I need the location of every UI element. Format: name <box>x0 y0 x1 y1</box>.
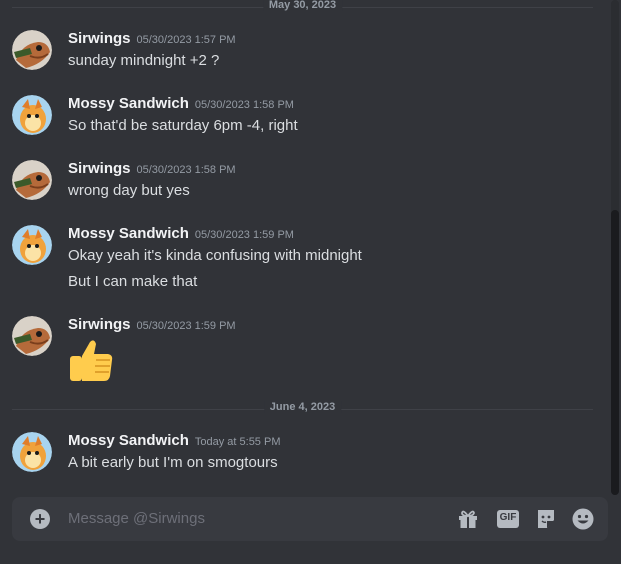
date-divider: May 30, 2023 <box>12 0 593 11</box>
message-text: So that'd be saturday 6pm -4, right <box>68 117 298 134</box>
plus-circle-icon[interactable]: + <box>30 509 50 529</box>
message-header: Sirwings 05/30/2023 1:57 PM <box>68 30 236 48</box>
date-divider-label: May 30, 2023 <box>262 0 343 11</box>
message-text: sunday mindnight +2 ? <box>68 52 220 69</box>
gif-label: GIF <box>499 512 517 523</box>
avatar-mossy-sandwich[interactable] <box>12 95 52 135</box>
scrollbar-thumb[interactable] <box>611 210 619 495</box>
message-header: Mossy Sandwich Today at 5:55 PM <box>68 432 280 450</box>
avatar-sirwings[interactable] <box>12 316 52 356</box>
timestamp: 05/30/2023 1:59 PM <box>136 320 236 332</box>
message-header: Sirwings 05/30/2023 1:59 PM <box>68 316 236 334</box>
avatar-mossy-sandwich[interactable] <box>12 432 52 472</box>
gif-icon[interactable]: GIF <box>496 507 520 531</box>
timestamp: 05/30/2023 1:58 PM <box>194 99 294 111</box>
timestamp: 05/30/2023 1:57 PM <box>136 34 236 46</box>
message-composer: + Message @Sirwings GIF <box>12 497 608 541</box>
gift-icon[interactable] <box>456 507 480 531</box>
message-header: Mossy Sandwich 05/30/2023 1:59 PM <box>68 225 294 243</box>
author-name[interactable]: Sirwings <box>68 30 131 47</box>
author-name[interactable]: Mossy Sandwich <box>68 95 189 112</box>
message-text: Okay yeah it's kinda confusing with midn… <box>68 247 362 264</box>
author-name[interactable]: Sirwings <box>68 160 131 177</box>
avatar-mossy-sandwich[interactable] <box>12 225 52 265</box>
date-divider: June 4, 2023 <box>12 401 593 413</box>
message-header: Sirwings 05/30/2023 1:58 PM <box>68 160 236 178</box>
message-text: wrong day but yes <box>68 182 190 199</box>
message-text: But I can make that <box>68 273 198 290</box>
author-name[interactable]: Sirwings <box>68 316 131 333</box>
timestamp: 05/30/2023 1:58 PM <box>136 164 236 176</box>
message-list[interactable]: May 30, 2023 Sirwings 05/30/2023 1:57 PM … <box>0 0 605 495</box>
avatar-sirwings[interactable] <box>12 30 52 70</box>
date-divider-label: June 4, 2023 <box>263 401 342 413</box>
avatar-sirwings[interactable] <box>12 160 52 200</box>
scrollbar[interactable] <box>611 0 619 495</box>
thumbs-up-icon[interactable] <box>68 336 116 389</box>
message-input[interactable]: Message @Sirwings <box>68 510 205 527</box>
author-name[interactable]: Mossy Sandwich <box>68 225 189 242</box>
sticker-icon[interactable] <box>534 507 558 531</box>
timestamp: 05/30/2023 1:59 PM <box>194 229 294 241</box>
emoji-icon[interactable] <box>571 507 595 531</box>
timestamp: Today at 5:55 PM <box>194 436 281 448</box>
message-header: Mossy Sandwich 05/30/2023 1:58 PM <box>68 95 294 113</box>
author-name[interactable]: Mossy Sandwich <box>68 432 189 449</box>
message-text: A bit early but I'm on smogtours <box>68 454 278 471</box>
